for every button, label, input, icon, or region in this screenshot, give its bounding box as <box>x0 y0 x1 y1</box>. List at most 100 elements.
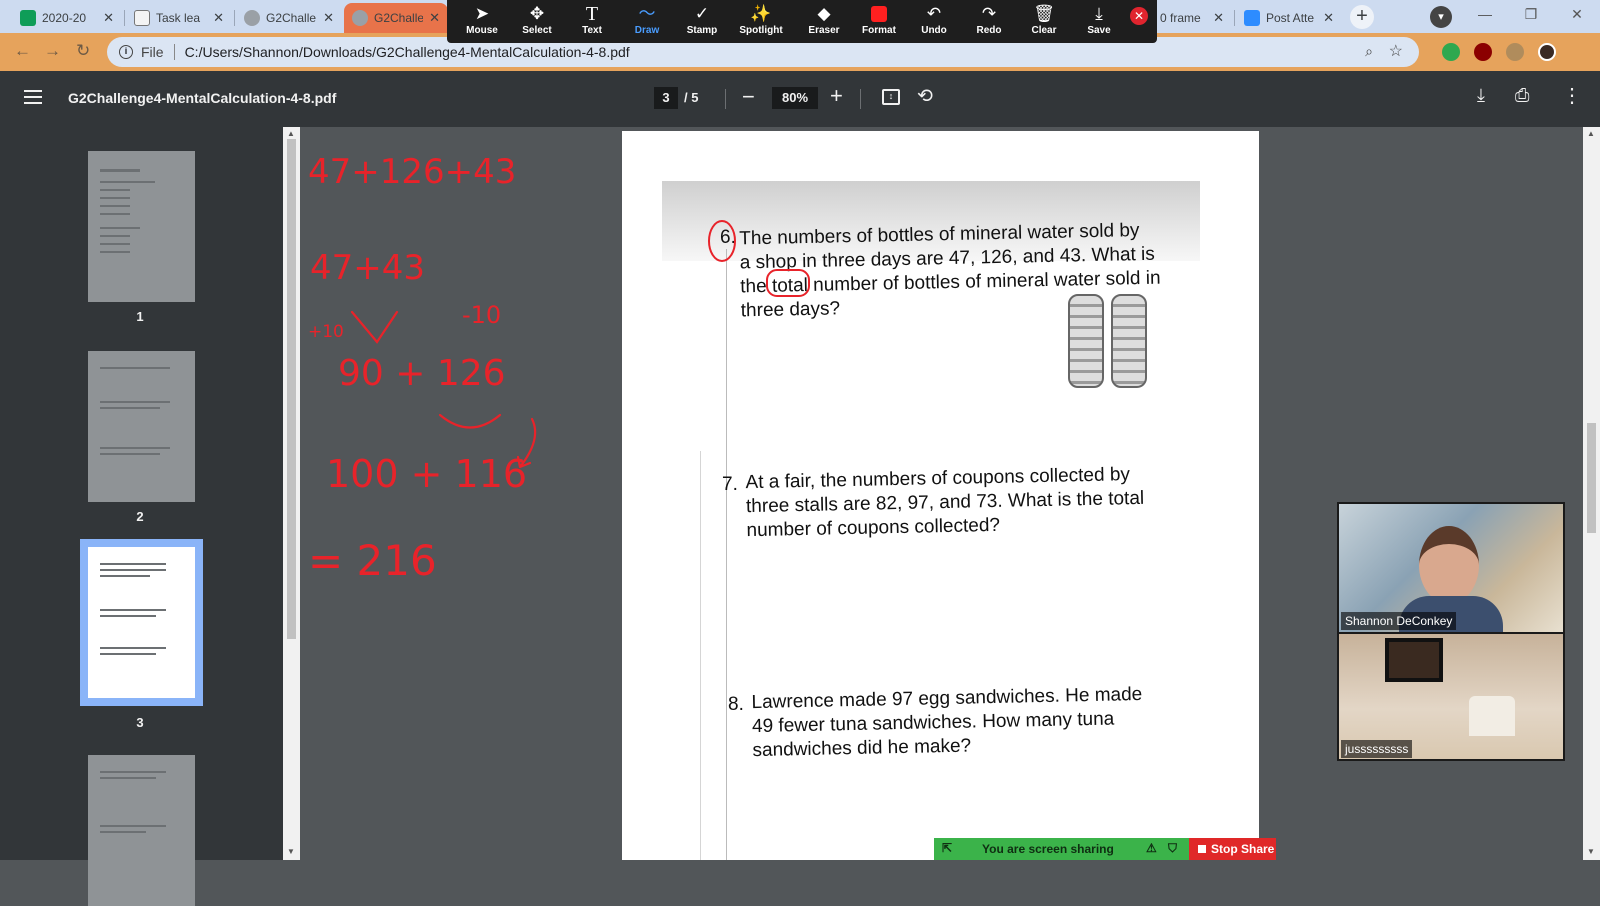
browser-tab-2[interactable]: Task lea ✕ <box>126 3 232 33</box>
move-icon: ✥ <box>529 4 545 23</box>
squiggle-icon: 〜 <box>638 4 656 23</box>
globe-icon <box>352 10 368 26</box>
download-icon[interactable]: ⤓ <box>1477 85 1485 106</box>
zoom-in-icon[interactable]: + <box>830 83 843 109</box>
pdf-title: G2Challenge4-MentalCalculation-4-8.pdf <box>68 90 337 106</box>
tab-title: Task lea <box>156 11 201 25</box>
share-status: You are screen sharing <box>982 842 1114 856</box>
tool-mouse[interactable]: ➤ Mouse <box>455 3 509 41</box>
minimize-button[interactable]: — <box>1462 0 1508 30</box>
stop-square-icon <box>1198 845 1206 853</box>
v-stroke <box>350 310 399 344</box>
close-icon[interactable]: ✕ <box>103 10 114 26</box>
close-icon[interactable]: ✕ <box>213 10 224 26</box>
browser-tab-4-active[interactable]: G2Challe ✕ <box>344 3 448 33</box>
zoom-icon <box>1244 10 1260 26</box>
extension-icon[interactable] <box>1442 43 1460 61</box>
thumbnail-label: 1 <box>136 309 144 324</box>
zoom-magnifier-icon[interactable]: ⌕ <box>1365 43 1373 60</box>
more-options-icon[interactable]: ⋮ <box>1562 83 1582 108</box>
browser-tab-1[interactable]: 2020-20 ✕ <box>12 3 122 33</box>
eraser-icon: ◆ <box>817 4 831 23</box>
zoom-input[interactable]: 80% <box>772 87 818 109</box>
handwriting-line2: 47+43 <box>310 248 425 288</box>
thumbnail-sidebar: 1 2 3 <box>0 127 283 906</box>
viewer-scrollbar[interactable]: ▲ ▼ <box>1583 127 1600 860</box>
handwriting-line3: 90 + 126 <box>338 353 506 394</box>
tool-eraser[interactable]: ◆ Eraser <box>797 3 851 41</box>
sheets-icon <box>20 10 36 26</box>
handwriting-line4: 100 + 116 <box>326 452 527 496</box>
window-close-button[interactable]: ✕ <box>1554 0 1600 30</box>
close-annotation-icon[interactable]: ✕ <box>1130 7 1148 25</box>
forward-icon[interactable]: → <box>44 41 61 61</box>
bracket-stroke <box>438 413 502 429</box>
close-icon[interactable]: ✕ <box>429 10 440 26</box>
browser-tab-5[interactable]: 0 frame ✕ <box>1152 3 1232 33</box>
reload-icon[interactable]: ↻ <box>76 41 90 61</box>
tool-save[interactable]: ⤓ Save <box>1072 3 1126 41</box>
stop-share-button[interactable]: Stop Share <box>1189 838 1276 860</box>
share-pin-icon: ⇱ <box>942 841 953 855</box>
tool-format[interactable]: Format <box>852 3 906 41</box>
fit-page-icon[interactable]: ↕ <box>882 89 900 105</box>
tab-title: G2Challe <box>374 11 424 25</box>
close-icon[interactable]: ✕ <box>323 10 334 26</box>
tool-draw[interactable]: 〜 Draw <box>620 3 674 41</box>
back-icon[interactable]: ← <box>14 41 31 61</box>
browser-tab-6[interactable]: Post Atte ✕ <box>1236 3 1342 33</box>
page-thumbnail-4[interactable] <box>88 755 195 906</box>
bookmark-star-icon[interactable]: ☆ <box>1389 41 1403 61</box>
tab-title: Post Atte <box>1266 11 1315 25</box>
tab-title: 2020-20 <box>42 11 87 25</box>
ink-annotations: 47+126+43 47+43 +10 -10 90 + 126 100 + 1… <box>308 152 537 585</box>
bottle-illustration <box>1111 294 1147 388</box>
new-tab-button[interactable]: + <box>1350 5 1374 29</box>
tool-redo[interactable]: ↷ Redo <box>962 3 1016 41</box>
url-text[interactable]: C:/Users/Shannon/Downloads/G2Challenge4-… <box>185 44 630 60</box>
close-icon[interactable]: ✕ <box>1213 10 1224 26</box>
participant-face <box>1419 526 1479 604</box>
question-8-number: 8. <box>728 694 744 715</box>
print-icon[interactable]: ⎙ <box>1515 85 1529 106</box>
page-thumbnail-3-selected[interactable] <box>80 539 203 706</box>
globe-icon <box>244 10 260 26</box>
tool-undo[interactable]: ↶ Undo <box>907 3 961 41</box>
page-thumbnail-1[interactable] <box>88 151 195 302</box>
handwriting-plus10: +10 <box>308 322 344 342</box>
tool-text[interactable]: T Text <box>565 3 619 41</box>
tab-search-icon[interactable]: ▾ <box>1430 6 1452 28</box>
tool-stamp[interactable]: ✓ Stamp <box>675 3 729 41</box>
restore-button[interactable]: ❐ <box>1508 0 1554 30</box>
rotate-icon[interactable]: ⟲ <box>917 85 933 108</box>
trash-icon: 🗑 <box>1033 4 1055 23</box>
page-thumbnail-2[interactable] <box>88 351 195 502</box>
video-panel[interactable]: Shannon DeConkey jusssssssss <box>1337 502 1565 761</box>
save-icon: ⤓ <box>1095 4 1103 23</box>
question-8-text: Lawrence made 97 egg sandwiches. He made… <box>751 683 1143 762</box>
sidebar-scrollbar[interactable]: ▲ ▼ <box>283 127 300 860</box>
tool-spotlight[interactable]: ✨ Spotlight <box>730 3 792 41</box>
format-color-icon <box>852 3 906 25</box>
page-number-input[interactable]: 3 <box>654 87 678 109</box>
ublock-icon[interactable] <box>1474 43 1492 61</box>
menu-icon[interactable] <box>24 90 42 108</box>
info-icon[interactable]: i <box>119 45 133 59</box>
tab-title: 0 frame <box>1160 11 1201 25</box>
screen-share-bar[interactable]: ⇱ You are screen sharing ⚠ ⛉ <box>934 838 1189 860</box>
undo-icon: ↶ <box>926 4 942 23</box>
browser-tab-3[interactable]: G2Challe ✕ <box>236 3 342 33</box>
close-icon[interactable]: ✕ <box>1323 10 1334 26</box>
profile-avatar[interactable] <box>1538 43 1556 61</box>
handwriting-line1: 47+126+43 <box>308 152 516 192</box>
thumbnail-label: 2 <box>136 509 144 524</box>
ink-circle-total <box>766 269 810 297</box>
alert-icon: ⚠ <box>1146 841 1157 855</box>
zoom-out-icon[interactable]: − <box>742 84 755 110</box>
tool-select[interactable]: ✥ Select <box>510 3 564 41</box>
annotation-toolbar: ➤ Mouse ✥ Select T Text 〜 Draw ✓ Stamp ✨… <box>447 0 1157 43</box>
tool-clear[interactable]: 🗑 Clear <box>1017 3 1071 41</box>
puzzle-extensions-icon[interactable] <box>1506 43 1524 61</box>
url-scheme: File <box>141 44 164 60</box>
tab-title: G2Challe <box>266 11 317 25</box>
